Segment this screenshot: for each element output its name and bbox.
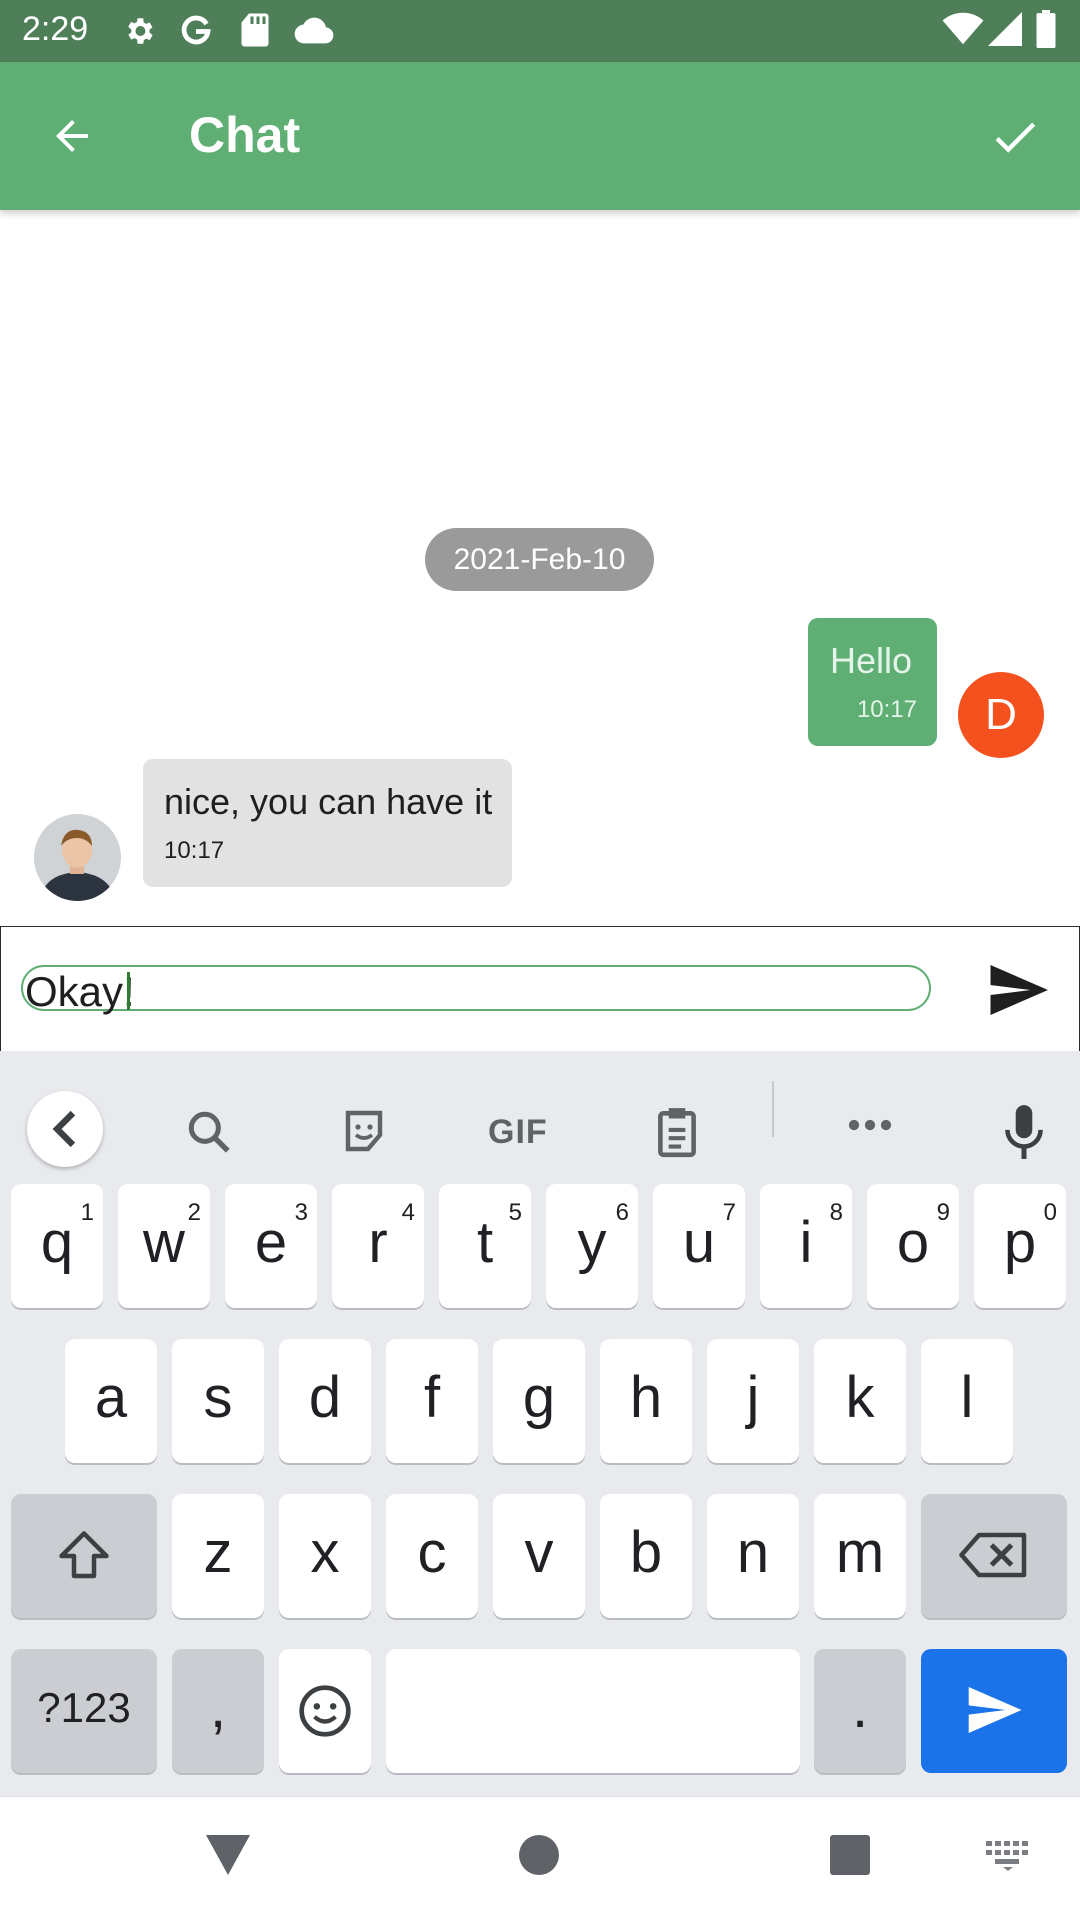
key-m[interactable]: m [814,1494,906,1618]
wifi-icon [942,12,984,45]
more-icon[interactable] [846,1117,894,1133]
space-key[interactable] [386,1649,800,1773]
emoji-icon [299,1685,351,1737]
sticker-icon[interactable] [340,1107,388,1155]
text-cursor [127,972,130,1010]
battery-icon [1036,10,1056,48]
key-o[interactable]: o9 [867,1184,959,1308]
key-p[interactable]: p0 [974,1184,1066,1308]
check-icon[interactable] [988,110,1042,164]
recents-square-icon[interactable] [830,1835,870,1875]
key-f[interactable]: f [386,1339,478,1463]
key-w[interactable]: w2 [118,1184,210,1308]
key-l[interactable]: l [921,1339,1013,1463]
key-v[interactable]: v [493,1494,585,1618]
status-time: 2:29 [22,10,89,48]
profile-photo-icon [34,814,121,901]
key-t[interactable]: t5 [439,1184,531,1308]
key-d[interactable]: d [279,1339,371,1463]
message-time: 10:17 [856,696,917,723]
comma-key[interactable]: , [172,1649,264,1773]
home-circle-icon[interactable] [519,1835,559,1875]
key-y[interactable]: y6 [546,1184,638,1308]
message-composer: Okay! [0,926,1080,1052]
clipboard-icon[interactable] [652,1105,702,1159]
message-bubble-incoming[interactable]: nice, you can have it 10:17 [143,759,512,887]
toolbar-divider [772,1081,774,1137]
avatar[interactable] [34,814,121,901]
send-icon[interactable] [987,965,1049,1015]
key-g[interactable]: g [493,1339,585,1463]
emoji-key[interactable] [279,1649,371,1773]
key-b[interactable]: b [600,1494,692,1618]
key-c[interactable]: c [386,1494,478,1618]
keyboard: GIF q1 w2 e3 r4 t5 y6 u7 i8 o9 p0 a s d … [0,1051,1080,1796]
backspace-key[interactable] [921,1494,1067,1618]
message-time: 10:17 [164,837,225,864]
key-z[interactable]: z [172,1494,264,1618]
message-input-text: Okay! [25,968,135,1015]
shift-icon [59,1531,109,1579]
cloud-icon [294,17,334,44]
period-key[interactable]: . [814,1649,906,1773]
send-icon [968,1687,1022,1733]
app-bar: Chat [0,62,1080,210]
sd-card-icon [241,13,269,47]
key-u[interactable]: u7 [653,1184,745,1308]
backspace-icon [959,1532,1027,1578]
google-icon [181,15,211,45]
keyboard-switch-icon[interactable] [986,1841,1030,1871]
key-e[interactable]: e3 [225,1184,317,1308]
gif-button[interactable]: GIF [488,1113,548,1152]
key-x[interactable]: x [279,1494,371,1618]
settings-icon [128,18,153,44]
symbols-key[interactable]: ?123 [11,1649,157,1773]
key-i[interactable]: i8 [760,1184,852,1308]
shift-key[interactable] [11,1494,157,1618]
message-input[interactable]: Okay! [21,965,931,1015]
search-icon[interactable] [184,1107,234,1157]
key-k[interactable]: k [814,1339,906,1463]
key-a[interactable]: a [65,1339,157,1463]
message-text: Hello [830,640,913,681]
key-n[interactable]: n [707,1494,799,1618]
message-bubble-outgoing[interactable]: Hello 10:17 [808,618,937,746]
key-h[interactable]: h [600,1339,692,1463]
arrow-back-icon[interactable] [48,112,96,160]
mic-icon[interactable] [1002,1103,1046,1161]
message-text: nice, you can have it [164,781,493,822]
back-triangle-icon[interactable] [206,1835,250,1875]
avatar[interactable]: D [958,672,1044,758]
key-s[interactable]: s [172,1339,264,1463]
send-key[interactable] [921,1649,1067,1773]
key-j[interactable]: j [707,1339,799,1463]
signal-icon [988,12,1022,46]
navigation-bar [0,1796,1080,1921]
date-separator: 2021-Feb-10 [425,528,654,591]
key-r[interactable]: r4 [332,1184,424,1308]
page-title: Chat [189,107,301,163]
status-bar: 2:29 [0,0,1080,62]
key-q[interactable]: q1 [11,1184,103,1308]
